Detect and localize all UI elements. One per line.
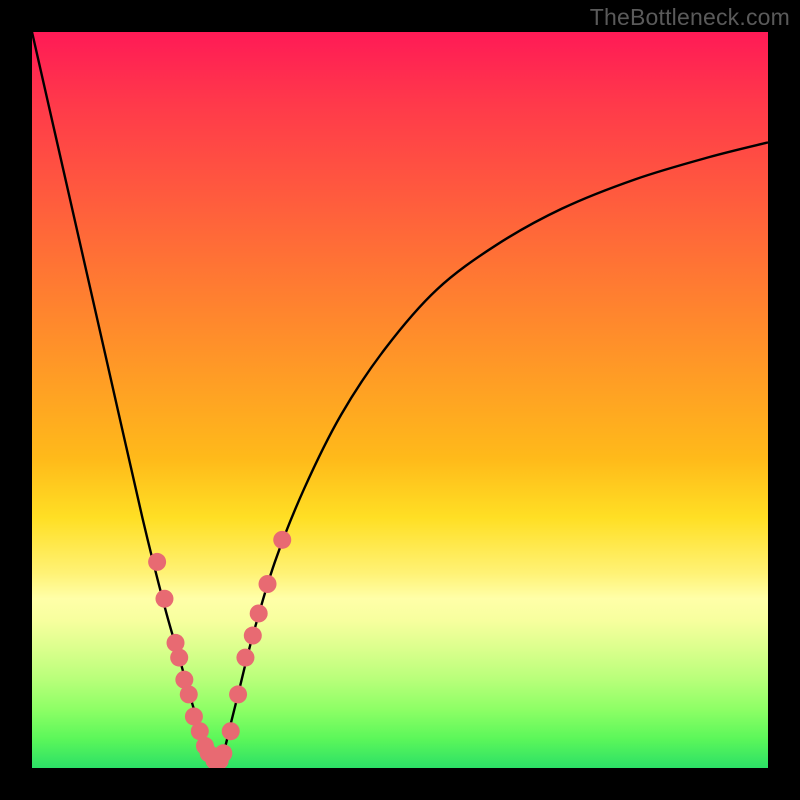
chart-svg — [32, 32, 768, 768]
curve-marker — [273, 531, 291, 549]
curve-marker — [229, 685, 247, 703]
curve-marker — [244, 627, 262, 645]
curve-marker — [170, 649, 188, 667]
curve-marker — [148, 553, 166, 571]
bottleneck-curve — [32, 32, 768, 768]
plot-area — [32, 32, 768, 768]
curve-marker — [259, 575, 277, 593]
curve-marker — [222, 722, 240, 740]
curve-marker — [180, 685, 198, 703]
curve-marker — [155, 590, 173, 608]
watermark-text: TheBottleneck.com — [590, 4, 790, 31]
curve-marker — [250, 604, 268, 622]
chart-frame: TheBottleneck.com — [0, 0, 800, 800]
curve-marker — [214, 744, 232, 762]
curve-markers — [148, 531, 291, 768]
curve-marker — [236, 649, 254, 667]
